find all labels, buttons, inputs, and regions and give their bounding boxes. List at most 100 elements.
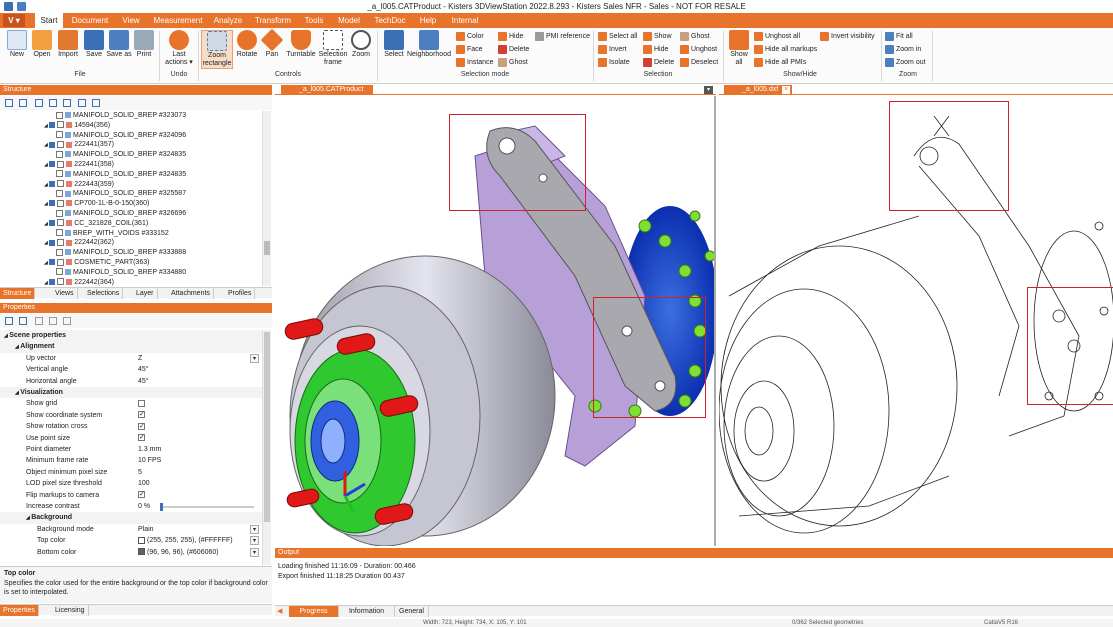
show-button[interactable]: Show xyxy=(643,31,672,42)
tree-node[interactable]: MANIFOLD_SOLID_BREP #324835 xyxy=(0,150,186,160)
selection-frame-button[interactable]: Selection frame xyxy=(318,30,348,67)
tree-node[interactable]: MANIFOLD_SOLID_BREP #324096 xyxy=(0,131,186,141)
tree-node[interactable]: MANIFOLD_SOLID_BREP #324835 xyxy=(0,170,186,180)
new-button[interactable]: New xyxy=(4,30,30,59)
tab-dxf-document[interactable]: _a_l005.dxf × xyxy=(724,85,792,95)
property-row[interactable]: Flip markups to camera xyxy=(0,489,262,501)
property-value[interactable]: 45° xyxy=(138,378,149,385)
tab-analyze[interactable]: Analyze xyxy=(211,13,245,28)
property-row[interactable]: Background mode Plain ▾ xyxy=(0,524,262,535)
tab-licensing[interactable]: Licensing xyxy=(52,605,89,616)
tab-general[interactable]: General xyxy=(395,606,429,617)
property-value[interactable]: 100 xyxy=(138,480,150,487)
sort-alpha-icon[interactable] xyxy=(19,317,27,325)
tree-node[interactable]: ◢ 222441(357) xyxy=(0,140,114,150)
unghost-all-button[interactable]: Unghost all xyxy=(754,31,800,42)
visibility-checkbox[interactable] xyxy=(57,121,65,129)
property-value[interactable]: Z xyxy=(138,355,142,362)
tab-properties[interactable]: Properties xyxy=(0,605,39,616)
tab-transform[interactable]: Transform xyxy=(253,13,293,28)
tree-node[interactable]: ◢ 14594(356) xyxy=(0,121,110,131)
hide-mode-button[interactable]: Hide xyxy=(498,31,523,42)
zoom-out-button[interactable]: Zoom out xyxy=(885,57,926,68)
contrast-slider-thumb[interactable] xyxy=(160,503,163,511)
property-row[interactable]: Show coordinate system xyxy=(0,409,262,421)
tree-node[interactable]: MANIFOLD_SOLID_BREP #334880 xyxy=(0,268,186,278)
contrast-slider[interactable] xyxy=(160,503,254,511)
ghost-button[interactable]: Ghost xyxy=(680,31,710,42)
tree-node[interactable]: ◢ 222441(358) xyxy=(0,160,114,170)
property-checkbox[interactable] xyxy=(138,409,145,420)
output-scroll-left-icon[interactable]: ◀ xyxy=(277,607,282,615)
neighborhood-button[interactable]: Neighborhood xyxy=(407,30,451,59)
tab-internal[interactable]: Internal xyxy=(447,13,483,28)
property-value[interactable]: 10 FPS xyxy=(138,457,161,464)
visibility-checkbox[interactable] xyxy=(57,199,65,207)
collapse-level-icon[interactable] xyxy=(49,99,57,107)
visibility-checkbox[interactable] xyxy=(56,170,63,178)
tree-node[interactable]: MANIFOLD_SOLID_BREP #333888 xyxy=(0,248,186,258)
chevron-down-icon[interactable]: ▾ xyxy=(250,353,259,363)
visibility-checkbox[interactable] xyxy=(57,219,65,227)
visibility-checkbox[interactable] xyxy=(56,229,63,237)
color-swatch[interactable] xyxy=(138,536,145,544)
last-actions-button[interactable]: Last actions ▾ xyxy=(163,30,195,67)
property-value[interactable]: 0 % xyxy=(138,503,150,510)
tab-help[interactable]: Help xyxy=(416,13,440,28)
property-row[interactable]: ◢ Visualization xyxy=(0,387,262,399)
color-mode-button[interactable]: Color xyxy=(456,31,484,42)
rotate-button[interactable]: Rotate xyxy=(234,30,260,59)
save-button[interactable]: Save xyxy=(81,30,107,59)
property-row[interactable]: Increase contrast 0 % xyxy=(0,501,262,512)
property-value[interactable]: (255, 255, 255), (#FFFFFF) xyxy=(147,537,233,544)
property-row[interactable]: Bottom color (96, 96, 96), (#606060) ▾ xyxy=(0,547,262,558)
unghost-button[interactable]: Unghost xyxy=(680,44,717,55)
app-quick-save-icon[interactable] xyxy=(4,2,13,11)
hide-button[interactable]: Hide xyxy=(643,44,668,55)
property-row[interactable]: Horizontal angle 45° xyxy=(0,376,262,387)
tab-selections[interactable]: Selections xyxy=(84,288,124,299)
visibility-checkbox[interactable] xyxy=(57,141,65,149)
turntable-button[interactable]: Turntable xyxy=(285,30,317,59)
save-as-button[interactable]: Save as xyxy=(106,30,132,59)
expand-level-icon[interactable] xyxy=(35,99,43,107)
app-menu-button[interactable]: V ▾ xyxy=(3,14,25,27)
tree-node[interactable]: ◢ CP700-1L-B-0-150(360) xyxy=(0,199,149,209)
visibility-checkbox[interactable] xyxy=(57,180,65,188)
tab-model[interactable]: Model xyxy=(334,13,364,28)
property-checkbox[interactable] xyxy=(138,432,145,443)
deselect-button[interactable]: Deselect xyxy=(680,57,718,68)
property-row[interactable]: Point diameter 1.3 mm xyxy=(0,444,262,455)
select-all-button[interactable]: Select all xyxy=(598,31,637,42)
property-row[interactable]: Top color (255, 255, 255), (#FFFFFF) ▾ xyxy=(0,535,262,546)
viewport-2d[interactable] xyxy=(719,96,1113,546)
tab-profiles[interactable]: Profiles xyxy=(225,288,256,299)
ghost-mode-button[interactable]: Ghost xyxy=(498,57,528,68)
tree-node[interactable]: ◢ 222442(364) xyxy=(0,278,114,286)
tree-filter-icon[interactable] xyxy=(63,99,71,107)
property-value[interactable]: Plain xyxy=(138,526,154,533)
hide-all-markups-button[interactable]: Hide all markups xyxy=(754,44,817,55)
collapse-all-icon[interactable] xyxy=(19,99,27,107)
chevron-down-icon[interactable]: ▾ xyxy=(250,524,259,534)
import-button[interactable]: Import xyxy=(55,30,81,59)
tree-node[interactable]: ◢ 222442(362) xyxy=(0,238,114,248)
property-row[interactable]: Vertical angle 45° xyxy=(0,364,262,375)
visibility-checkbox[interactable] xyxy=(56,111,63,119)
structure-scrollbar[interactable] xyxy=(262,111,271,286)
tree-node[interactable]: MANIFOLD_SOLID_BREP #323073 xyxy=(0,111,186,121)
tab-views[interactable]: Views xyxy=(52,288,78,299)
property-row[interactable]: Minimum frame rate 10 FPS xyxy=(0,455,262,466)
property-row[interactable]: ◢ Background xyxy=(0,512,262,524)
viewport-menu-icon[interactable]: ▾ xyxy=(704,86,713,94)
property-pages-icon[interactable] xyxy=(35,317,43,325)
app-quick-folder-icon[interactable] xyxy=(17,2,26,11)
property-checkbox[interactable] xyxy=(138,489,145,500)
tree-node[interactable]: MANIFOLD_SOLID_BREP #326696 xyxy=(0,209,186,219)
tab-structure[interactable]: Structure xyxy=(0,288,36,299)
property-row[interactable]: Show rotation cross xyxy=(0,421,262,432)
pan-button[interactable]: Pan xyxy=(259,28,285,59)
zoom-button[interactable]: Zoom xyxy=(348,30,374,59)
visibility-checkbox[interactable] xyxy=(56,209,63,217)
visibility-checkbox[interactable] xyxy=(57,160,65,168)
